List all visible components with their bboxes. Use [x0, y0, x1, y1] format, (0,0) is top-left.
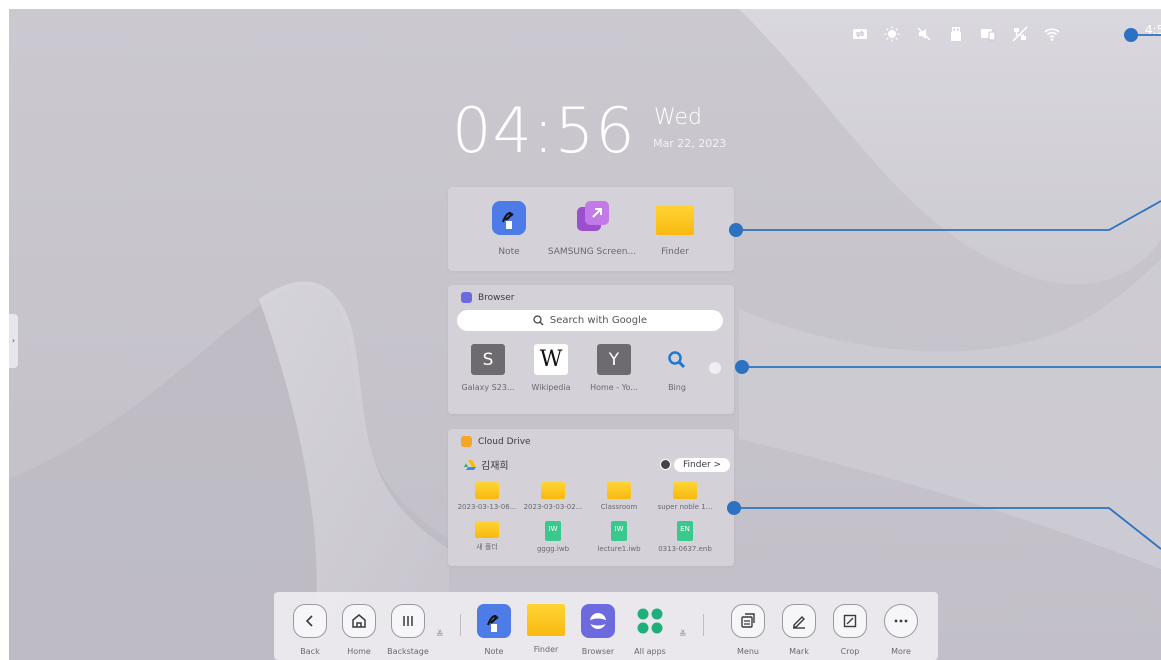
callout-dot [727, 501, 741, 515]
callout-lines [734, 34, 1161, 550]
dock-label: Crop [840, 647, 860, 656]
expand-chevron-icon[interactable]: ≚ [679, 630, 687, 640]
dock-note-app[interactable]: Note [472, 604, 516, 656]
dock-finder-app[interactable]: Finder [524, 604, 568, 654]
home-screen: › 4:54 04:56 Wed Mar 22, 2023 [9, 9, 1161, 660]
dock-label: Back [300, 647, 320, 656]
callout-dot [1124, 28, 1138, 42]
dock-label: Backstage [387, 647, 429, 656]
dock-label: Browser [581, 647, 615, 656]
dock-crop-button[interactable]: Crop [828, 604, 872, 656]
crop-icon [833, 604, 867, 638]
dock-label: Note [484, 647, 504, 656]
note-icon [477, 604, 511, 638]
home-icon [342, 604, 376, 638]
dock-label: All apps [634, 647, 666, 656]
dock-backstage-button[interactable]: Backstage [386, 604, 430, 656]
dock-separator [460, 614, 461, 636]
dock-label: Home [347, 647, 371, 656]
callout-dot [735, 360, 749, 374]
dock-back-button[interactable]: Back [288, 604, 332, 656]
browser-icon [581, 604, 615, 638]
callout-dot [729, 223, 743, 237]
back-icon [293, 604, 327, 638]
dock-all-apps[interactable]: All apps [628, 604, 672, 656]
all-apps-icon [633, 604, 667, 638]
backstage-icon [391, 604, 425, 638]
more-icon [884, 604, 918, 638]
dock-mark-button[interactable]: Mark [777, 604, 821, 656]
expand-chevron-icon[interactable]: ≚ [436, 630, 444, 640]
dock-label: More [891, 647, 911, 656]
dock-home-button[interactable]: Home [337, 604, 381, 656]
menu-icon [731, 604, 765, 638]
dock-label: Menu [737, 647, 759, 656]
dock-separator [703, 614, 704, 636]
dock-menu-button[interactable]: Menu [726, 604, 770, 656]
dock-browser-app[interactable]: Browser [576, 604, 620, 656]
dock-more-button[interactable]: More [879, 604, 923, 656]
folder-icon [527, 604, 565, 636]
taskbar: Back Home Backstage ≚ Note Finder Browse… [274, 592, 938, 660]
dock-label: Mark [789, 647, 809, 656]
mark-icon [782, 604, 816, 638]
dock-label: Finder [533, 645, 559, 654]
